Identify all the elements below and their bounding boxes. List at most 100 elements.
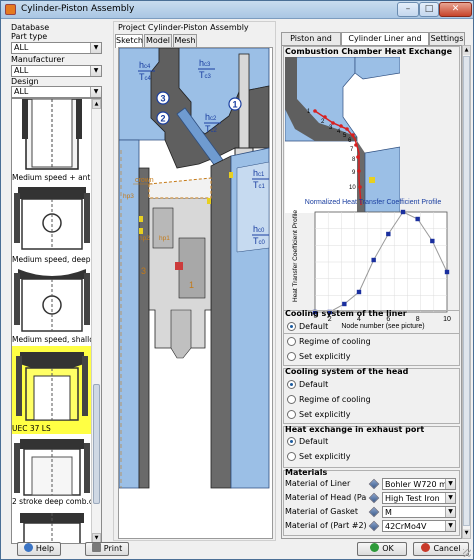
material-row-part2: Material of (Part #2) 42CrMo4V ▼ <box>285 520 457 532</box>
thumbnail-item[interactable]: Medium speed, shallo <box>12 265 92 345</box>
scroll-up-icon[interactable]: ▲ <box>92 99 101 109</box>
tc4-sub: c4 <box>145 76 152 82</box>
material-select[interactable]: Bohler W720 mar ▼ <box>382 478 456 490</box>
tab-cylinder-liner-and-head[interactable]: Cylinder Liner and Head * <box>341 32 429 55</box>
maximize-button[interactable]: □ <box>419 2 439 17</box>
settings-panel: Piston and Rings Cylinder Liner and Head… <box>281 32 471 541</box>
right-panel-scrollbar[interactable]: ▲ ▼ <box>462 45 471 539</box>
design-value: ALL <box>14 87 29 96</box>
tab-model[interactable]: Model <box>144 34 172 47</box>
chevron-down-icon[interactable]: ▼ <box>445 479 455 489</box>
chart-data-point <box>371 257 376 263</box>
part-type-select[interactable]: ALL ▼ <box>11 42 102 54</box>
piston-thumbnail-image <box>12 346 92 424</box>
exhaust-option-explicit[interactable]: Set explicitly <box>287 452 350 462</box>
tab-piston-and-rings[interactable]: Piston and Rings <box>281 32 341 55</box>
chevron-down-icon[interactable]: ▼ <box>445 521 455 531</box>
small-number-1: 1 <box>189 280 194 290</box>
tab-sketch[interactable]: Sketch <box>115 34 143 48</box>
thumbnail-item[interactable] <box>12 509 92 543</box>
part-type-value: ALL <box>14 43 29 52</box>
thumbnail-item-selected[interactable]: UEC 37 LS <box>12 346 92 434</box>
minimize-button[interactable]: – <box>397 2 419 17</box>
scroll-down-icon[interactable]: ▼ <box>463 529 470 538</box>
liner-option-explicit[interactable]: Set explicitly <box>287 352 350 362</box>
head-option-regime[interactable]: Regime of cooling <box>287 395 371 405</box>
material-label: Material of (Part #2) <box>285 521 367 530</box>
hp1-label: hp1 <box>159 235 170 242</box>
material-icon[interactable] <box>368 492 380 504</box>
node-label-10: 10 <box>349 185 356 191</box>
material-icon[interactable] <box>368 478 380 490</box>
sketch-drawing[interactable]: 3 2 1 hc4 Tc4 hc3 Tc3 hc2 Tc2 hc1 Tc1 hc… <box>118 47 273 539</box>
tab-settings[interactable]: Settings <box>429 32 465 45</box>
chevron-down-icon[interactable]: ▼ <box>90 87 101 97</box>
scrollbar-thumb[interactable] <box>463 56 470 526</box>
help-icon <box>23 543 33 552</box>
cancel-icon <box>421 543 431 552</box>
chevron-down-icon[interactable]: ▼ <box>445 493 455 503</box>
head-cooling-title: Cooling system of the head <box>285 367 409 376</box>
thumbnail-item[interactable] <box>12 99 92 184</box>
manufacturer-select[interactable]: ALL ▼ <box>11 65 102 77</box>
design-thumbnail-list[interactable]: Medium speed + antip Medium speed, deep <box>11 98 102 544</box>
close-button[interactable]: ✕ <box>439 2 472 17</box>
head-option-label: Set explicitly <box>299 410 351 419</box>
chevron-down-icon[interactable]: ▼ <box>90 43 101 53</box>
tc2-sub: c2 <box>211 128 218 134</box>
chart-data-point <box>356 289 362 295</box>
material-icon[interactable] <box>368 506 380 518</box>
hc4-sub: c4 <box>144 64 151 70</box>
exhaust-option-default[interactable]: Default <box>287 437 328 447</box>
project-group-title: Project Cylinder-Piston Assembly <box>117 23 250 32</box>
printer-icon <box>91 543 101 552</box>
material-select[interactable]: 42CrMo4V ▼ <box>382 520 456 532</box>
ok-button[interactable]: OK <box>357 542 407 556</box>
database-panel: Database Part type ALL ▼ Manufacturer AL… <box>9 21 104 544</box>
thumbnail-caption: UEC 37 LS <box>12 424 92 434</box>
material-select[interactable]: M ▼ <box>382 506 456 518</box>
app-icon <box>5 4 16 15</box>
circle-label-2: 2 <box>160 114 165 124</box>
cancel-button-label: Cancel <box>433 544 461 553</box>
liner-option-regime[interactable]: Regime of cooling <box>287 337 371 347</box>
circle-label-1: 1 <box>232 100 237 110</box>
scrollbar-thumb[interactable] <box>93 384 100 504</box>
piston-thumbnail-image <box>12 183 92 255</box>
thumbnail-scrollbar[interactable]: ▲ ▼ <box>91 99 101 543</box>
hc2-sub: c2 <box>210 116 217 122</box>
head-option-label: Default <box>299 380 329 389</box>
thumbnail-item[interactable]: 2 stroke deep comb.c <box>12 435 92 507</box>
tab-mesh[interactable]: Mesh <box>173 34 197 47</box>
liner-option-default[interactable]: Default <box>287 322 328 332</box>
material-label: Material of Liner <box>285 479 351 488</box>
chart-data-point <box>415 216 420 222</box>
material-icon[interactable] <box>368 520 380 532</box>
scroll-up-icon[interactable]: ▲ <box>463 46 470 55</box>
tc3-sub: c3 <box>205 74 212 80</box>
window-title: Cylinder-Piston Assembly <box>21 4 135 14</box>
thumbnail-item[interactable]: Medium speed, deep <box>12 183 92 265</box>
help-button[interactable]: Help <box>17 542 61 556</box>
thumbnail-caption: Medium speed, shallo <box>12 335 92 344</box>
design-select[interactable]: ALL ▼ <box>11 86 102 98</box>
cancel-button[interactable]: Cancel <box>413 542 469 556</box>
chevron-down-icon[interactable]: ▼ <box>445 507 455 517</box>
print-button[interactable]: Print <box>85 542 129 556</box>
material-select[interactable]: High Test Iron ▼ <box>382 492 456 504</box>
piston-thumbnail-image <box>12 99 92 174</box>
heat-exchange-title: Combustion Chamber Heat Exchange <box>285 47 453 56</box>
head-option-default[interactable]: Default <box>287 380 328 390</box>
part-type-label: Part type <box>11 32 48 41</box>
liner-option-label: Default <box>299 322 329 331</box>
chevron-down-icon[interactable]: ▼ <box>90 66 101 76</box>
chart-y-axis-label: Heat Transfer Coefficient Profile <box>292 210 299 302</box>
liner-cooling-title: Cooling system of the liner <box>285 309 407 318</box>
middle-tab-bar: Sketch Model Mesh <box>115 34 275 48</box>
title-bar[interactable]: Cylinder-Piston Assembly – □ ✕ <box>1 1 473 19</box>
head-option-explicit[interactable]: Set explicitly <box>287 410 350 420</box>
thumbnail-caption: Medium speed, deep <box>12 255 91 264</box>
resize-grip-icon[interactable] <box>463 549 471 557</box>
chart-data-point <box>400 209 406 215</box>
material-label: Material of Head (Part #1) <box>285 493 367 502</box>
